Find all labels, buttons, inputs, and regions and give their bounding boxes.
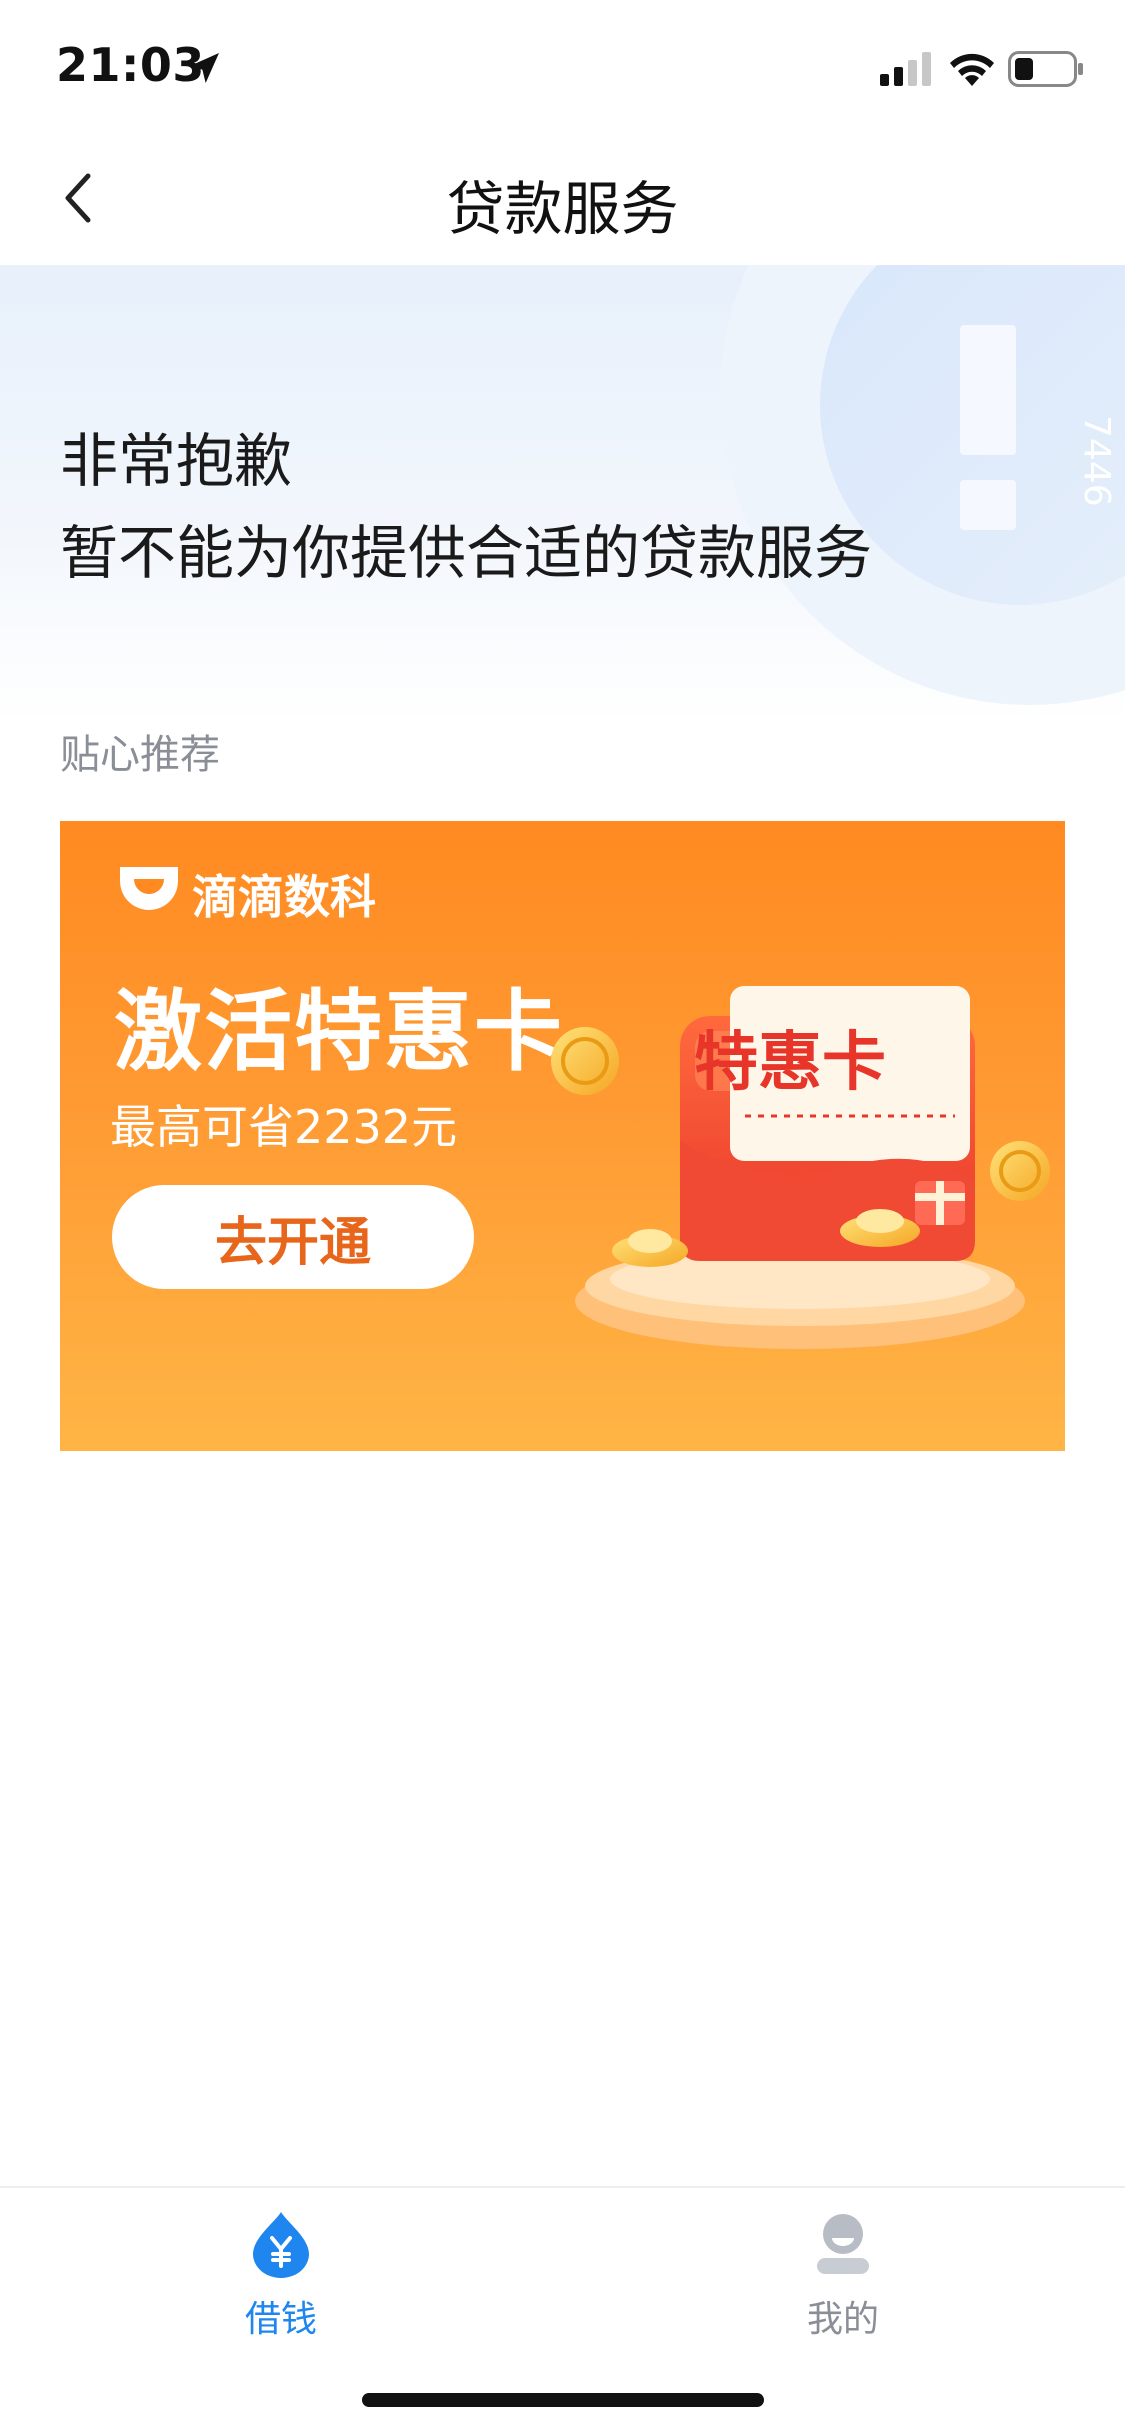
tab-mine-label: 我的 <box>806 2299 879 2340</box>
yuan-drop-icon <box>253 2212 309 2278</box>
battery-icon <box>1008 51 1083 87</box>
rejection-line-2: 暂不能为你提供合适的贷款服务 <box>60 519 873 587</box>
rejection-message: 非常抱歉 暂不能为你提供合适的贷款服务 <box>60 415 872 599</box>
status-bar: 21:03 <box>0 0 1125 130</box>
promo-banner[interactable]: 滴滴数科 激活特惠卡 最高可省2232元 去开通 特惠卡 <box>60 821 1065 1451</box>
loan-service-screen: 21:03 贷款服务 7446 非常抱歉 暂不能为你提供合适的贷款服务 贴心推荐… <box>0 0 1125 2436</box>
recommend-label: 贴心推荐 <box>60 732 220 778</box>
activate-button[interactable]: 去开通 <box>112 1185 474 1289</box>
home-indicator <box>362 2393 764 2407</box>
tab-borrow[interactable]: 借钱 <box>181 2208 381 2358</box>
decor-number: 7446 <box>1076 415 1117 507</box>
promo-subtitle: 最高可省2232元 <box>110 1100 458 1154</box>
discount-card-illustration <box>551 986 1050 1349</box>
tab-borrow-label: 借钱 <box>244 2299 317 2340</box>
page-title: 贷款服务 <box>446 175 679 243</box>
promo-title: 激活特惠卡 <box>114 980 565 1083</box>
tab-mine[interactable]: 我的 <box>743 2208 943 2358</box>
signal-icon <box>880 52 931 86</box>
profile-icon <box>817 2214 869 2274</box>
rejection-line-1: 非常抱歉 <box>60 427 293 495</box>
rejection-hero: 7446 非常抱歉 暂不能为你提供合适的贷款服务 <box>0 265 1125 725</box>
card-label: 特惠卡 <box>694 1026 886 1100</box>
didi-logo-icon <box>120 867 178 910</box>
nav-bar: 贷款服务 <box>0 130 1125 265</box>
location-arrow-icon <box>189 53 219 83</box>
wifi-icon <box>950 53 994 86</box>
status-time: 21:03 <box>56 38 205 92</box>
brand-name: 滴滴数科 <box>192 870 376 924</box>
